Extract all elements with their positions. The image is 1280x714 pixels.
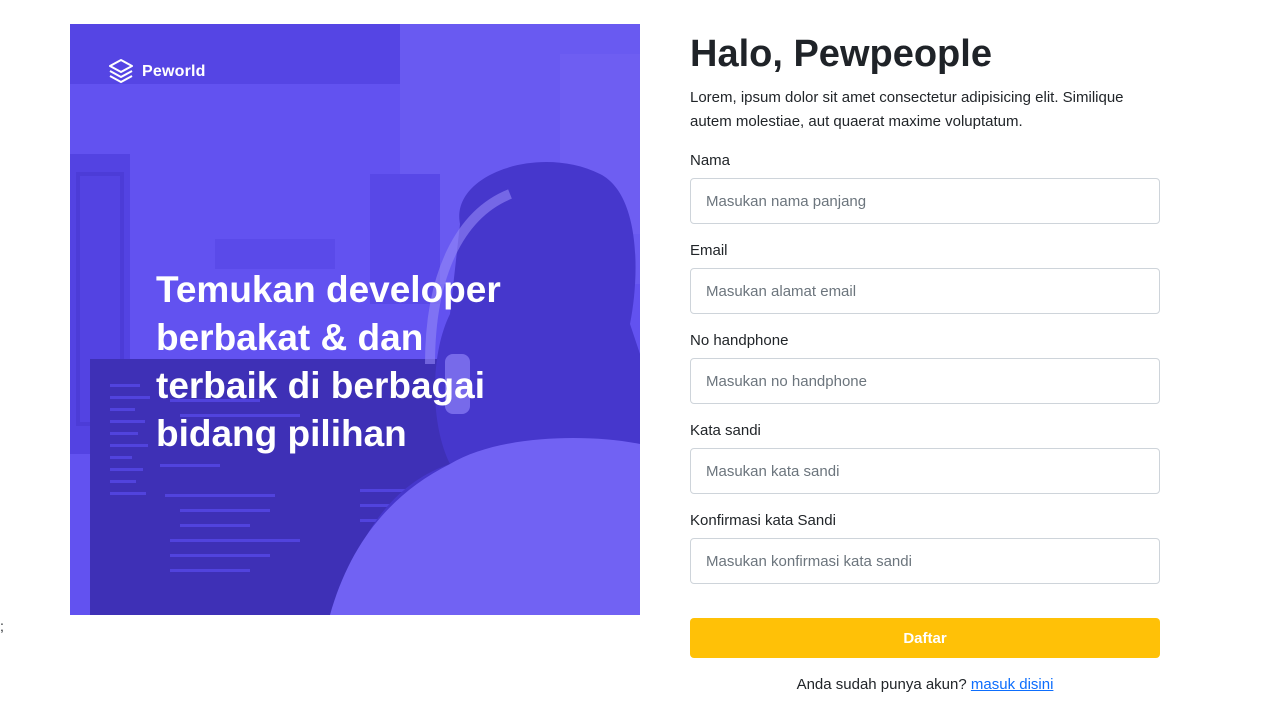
brand-name: Peworld xyxy=(142,63,206,80)
layers-logo-icon xyxy=(109,59,133,83)
daftar-button[interactable]: Daftar xyxy=(690,618,1160,658)
page-title: Halo, Pewpeople xyxy=(690,33,992,75)
login-link[interactable]: masuk disini xyxy=(971,676,1054,693)
field-nama: Nama xyxy=(690,150,1160,224)
password-input[interactable] xyxy=(690,448,1160,494)
nama-input[interactable] xyxy=(690,178,1160,224)
login-prompt-line: Anda sudah punya akun? masuk disini xyxy=(690,676,1160,693)
brand[interactable]: Peworld xyxy=(108,58,206,86)
stray-text: ; xyxy=(0,618,4,634)
field-phone: No handphone xyxy=(690,330,1160,404)
confirm-password-input[interactable] xyxy=(690,538,1160,584)
hero-headline: Temukan developer berbakat & dan terbaik… xyxy=(156,269,501,454)
hero-panel: Peworld Temukan developer berbakat & dan… xyxy=(70,24,640,615)
field-email: Email xyxy=(690,240,1160,314)
phone-label: No handphone xyxy=(690,332,789,349)
email-label: Email xyxy=(690,242,728,259)
field-confirm-password: Konfirmasi kata Sandi xyxy=(690,510,1160,584)
confirm-password-label: Konfirmasi kata Sandi xyxy=(690,512,836,529)
page-subtitle: Lorem, ipsum dolor sit amet consectetur … xyxy=(690,89,1124,130)
register-form: Halo, Pewpeople Lorem, ipsum dolor sit a… xyxy=(690,24,1160,584)
password-label: Kata sandi xyxy=(690,422,761,439)
login-prompt-text: Anda sudah punya akun? xyxy=(796,676,967,693)
field-password: Kata sandi xyxy=(690,420,1160,494)
email-input[interactable] xyxy=(690,268,1160,314)
phone-input[interactable] xyxy=(690,358,1160,404)
nama-label: Nama xyxy=(690,152,731,169)
